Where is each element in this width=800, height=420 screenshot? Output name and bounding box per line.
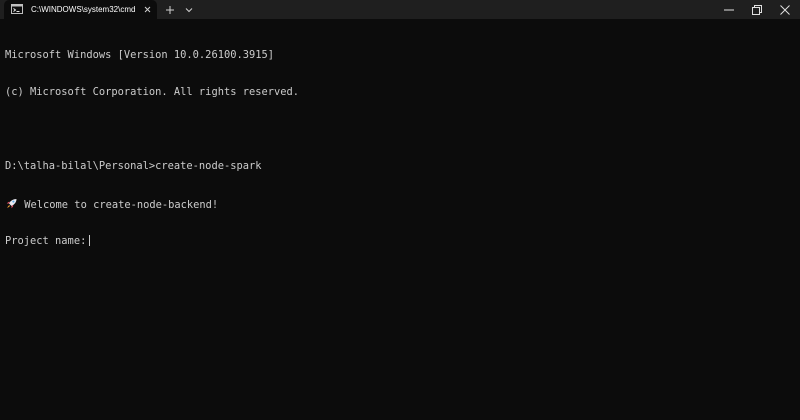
plus-icon[interactable] [163,3,177,17]
maximize-button[interactable] [742,0,772,19]
scrollbar[interactable] [792,19,800,420]
tab-cmd[interactable]: C:\WINDOWS\system32\cmd. [4,0,157,19]
close-tab-icon[interactable] [142,4,153,15]
project-name-prompt: Project name: [5,234,87,247]
rocket-icon [6,198,17,208]
console-line-welcome: Welcome to create-node-backend! [5,198,785,211]
close-button[interactable] [770,0,800,19]
title-bar[interactable]: C:\WINDOWS\system32\cmd. [0,0,800,19]
console-line: D:\talha-bilal\Personal>create-node-spar… [5,160,262,173]
console-line: (c) Microsoft Corporation. All rights re… [5,86,300,99]
welcome-text: Welcome to create-node-backend! [24,198,219,211]
console-line: Microsoft Windows [Version 10.0.26100.39… [5,48,274,61]
command-prompt-icon [11,4,23,14]
minimize-button[interactable] [714,0,744,19]
restore-icon [752,5,762,15]
minimize-icon [724,9,734,11]
console-line-prompt[interactable]: Project name: [5,234,785,247]
console-output[interactable]: Microsoft Windows [Version 10.0.26100.39… [5,24,785,272]
text-cursor [89,234,91,246]
terminal-window: C:\WINDOWS\system32\cmd. Microsoft Windo… [0,0,800,420]
tab-title: C:\WINDOWS\system32\cmd. [31,5,135,14]
chevron-down-icon[interactable] [182,3,196,17]
close-icon [780,5,790,15]
